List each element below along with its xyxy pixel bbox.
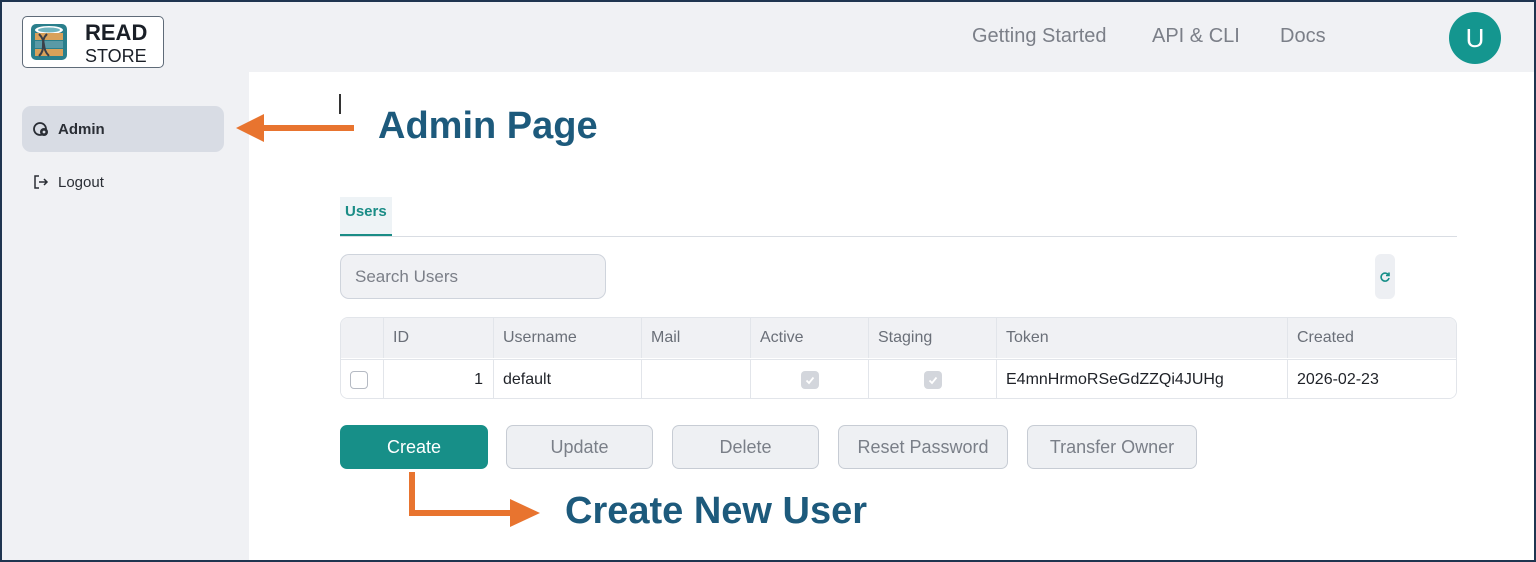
tab-users[interactable]: Users (340, 197, 392, 236)
header-staging[interactable]: Staging (868, 318, 996, 358)
nav-getting-started[interactable]: Getting Started (972, 25, 1107, 48)
tab-bar: Users (340, 197, 1457, 237)
table-row[interactable]: 1 default E4mnHrmoRSeGdZZQi4JUHg 2026-02… (341, 359, 1456, 398)
arrow-to-create-icon (409, 472, 540, 527)
readstore-logo-icon (31, 24, 67, 60)
header-select-cell (341, 318, 383, 358)
header-created[interactable]: Created (1287, 318, 1456, 358)
arrow-to-admin-icon (236, 114, 354, 142)
cell-active (750, 360, 868, 398)
create-button[interactable]: Create (340, 425, 488, 469)
transfer-owner-button[interactable]: Transfer Owner (1027, 425, 1197, 469)
cell-staging (868, 360, 996, 398)
header-id[interactable]: ID (383, 318, 493, 358)
row-checkbox[interactable] (350, 371, 368, 389)
top-header: READ STORE Getting Started API & CLI Doc… (2, 2, 1534, 72)
annotation-create-new-user: Create New User (565, 490, 868, 532)
header-username[interactable]: Username (493, 318, 641, 358)
cell-id: 1 (383, 360, 493, 398)
logo-text-read: READ (85, 20, 148, 45)
admin-gear-icon (33, 122, 48, 136)
cell-mail (641, 360, 750, 398)
header-token[interactable]: Token (996, 318, 1287, 358)
sidebar: Admin Logout (2, 72, 249, 560)
delete-button[interactable]: Delete (672, 425, 819, 469)
update-button[interactable]: Update (506, 425, 653, 469)
text-cursor (339, 94, 341, 114)
row-select-cell[interactable] (341, 360, 383, 398)
sidebar-item-label: Admin (58, 120, 105, 138)
refresh-button[interactable] (1375, 254, 1395, 299)
logo[interactable]: READ STORE (22, 16, 164, 68)
sidebar-item-admin[interactable]: Admin (22, 106, 224, 152)
cell-token: E4mnHrmoRSeGdZZQi4JUHg (996, 360, 1287, 398)
users-table: ID Username Mail Active Staging Token Cr… (340, 317, 1457, 399)
sidebar-item-logout[interactable]: Logout (22, 159, 224, 205)
cell-created: 2026-02-23 (1287, 360, 1456, 398)
annotation-admin-page: Admin Page (378, 105, 598, 147)
user-avatar[interactable]: U (1449, 12, 1501, 64)
nav-api-cli[interactable]: API & CLI (1152, 25, 1240, 48)
app-frame: READ STORE Getting Started API & CLI Doc… (0, 0, 1536, 562)
table-header-row: ID Username Mail Active Staging Token Cr… (341, 318, 1456, 358)
active-check-icon (800, 371, 819, 389)
refresh-icon (1380, 271, 1390, 282)
sidebar-item-label: Logout (58, 173, 104, 191)
reset-password-button[interactable]: Reset Password (838, 425, 1008, 469)
search-users-input[interactable] (340, 254, 606, 299)
staging-check-icon (923, 371, 942, 389)
header-mail[interactable]: Mail (641, 318, 750, 358)
header-active[interactable]: Active (750, 318, 868, 358)
logout-icon (34, 175, 49, 189)
nav-docs[interactable]: Docs (1280, 25, 1326, 48)
logo-text-store: STORE (85, 46, 147, 66)
cell-username: default (493, 360, 641, 398)
